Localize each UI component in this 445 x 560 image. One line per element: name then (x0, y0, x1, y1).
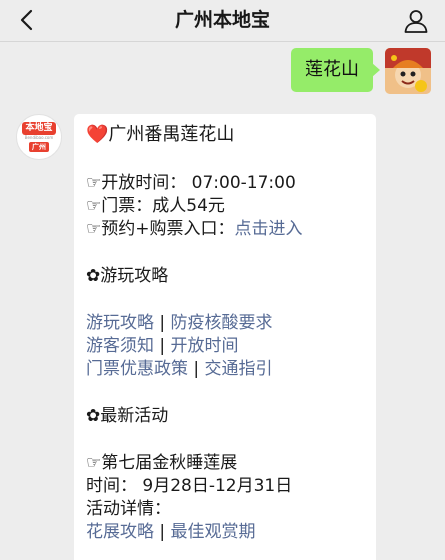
booking-line: ☞预约+购票入口：点击进入 (86, 218, 366, 241)
bot-logo-city: 广州 (29, 142, 49, 152)
activity-heading: ✿最新活动 (86, 405, 366, 428)
bot-avatar[interactable]: 本地宝 Bendibao.com 广州 (16, 114, 62, 160)
user-message: 莲花山 (291, 48, 431, 94)
bot-logo-subtext: Bendibao.com (24, 135, 54, 140)
ticket-line: ☞门票：成人54元 (86, 195, 366, 218)
ticket-text: 门票：成人54元 (101, 196, 225, 216)
pointing-hand-icon: ☞ (86, 173, 102, 193)
activity-time: 时间： 9月28日-12月31日 (86, 476, 293, 496)
activity-links-row: 花展攻略 | 最佳观赏期 (86, 521, 366, 544)
user-message-bubble[interactable]: 莲花山 (291, 48, 380, 92)
flower-show-guide-link[interactable]: 花展攻略 (86, 522, 154, 542)
page-title: 广州本地宝 (174, 9, 270, 31)
guide-links-row-2: 游客须知 | 开放时间 (86, 335, 366, 358)
best-viewing-link[interactable]: 最佳观赏期 (171, 522, 256, 542)
bot-logo-text: 本地宝 (22, 122, 56, 135)
booking-link[interactable]: 点击进入 (235, 219, 303, 239)
guide-heading: ✿游玩攻略 (86, 265, 366, 288)
open-time-link[interactable]: 开放时间 (171, 336, 239, 356)
transport-link[interactable]: 交通指引 (205, 359, 273, 379)
link-separator: | (154, 313, 171, 333)
flower-icon: ✿ (86, 406, 101, 426)
activity-title-line: ☞第七届金秋睡莲展 (86, 452, 366, 475)
ticket-policy-link[interactable]: 门票优惠政策 (86, 359, 188, 379)
link-separator: | (154, 336, 171, 356)
nav-bar: 广州本地宝 (0, 0, 445, 42)
pointing-hand-icon: ☞ (86, 196, 102, 216)
message-title: ❤️广州番禺莲花山 (86, 122, 366, 148)
guide-link[interactable]: 游玩攻略 (86, 313, 154, 333)
guide-heading-text: 游玩攻略 (100, 266, 169, 286)
user-avatar[interactable] (385, 48, 431, 94)
pointing-hand-icon: ☞ (86, 219, 102, 239)
antiepidemic-link[interactable]: 防疫核酸要求 (171, 313, 273, 333)
pointing-hand-icon: ☞ (86, 453, 102, 473)
guide-links-row-3: 门票优惠政策 | 交通指引 (86, 358, 366, 381)
person-icon (404, 10, 428, 33)
activity-heading-text: 最新活动 (100, 406, 169, 426)
link-separator: | (154, 522, 171, 542)
open-time-line: ☞开放时间： 07:00-17:00 (86, 172, 366, 195)
flower-icon: ✿ (86, 266, 101, 286)
cartoon-avatar-icon (385, 48, 431, 94)
open-time-text: 开放时间： 07:00-17:00 (101, 173, 296, 193)
booking-text: 预约+购票入口： (101, 219, 235, 239)
back-button[interactable] (10, 4, 42, 36)
chevron-left-icon (20, 9, 33, 31)
visitor-notice-link[interactable]: 游客须知 (86, 336, 154, 356)
activity-title-text: 第七届金秋睡莲展 (101, 453, 238, 473)
title-text: 广州番禺莲花山 (108, 124, 235, 145)
guide-links-row-1: 游玩攻略 | 防疫核酸要求 (86, 312, 366, 335)
heart-icon: ❤️ (86, 124, 109, 145)
bot-message-bubble: ❤️广州番禺莲花山 ☞开放时间： 07:00-17:00 ☞门票：成人54元 ☞… (74, 114, 376, 560)
link-separator: | (188, 359, 205, 379)
bot-message: 本地宝 Bendibao.com 广州 ❤️广州番禺莲花山 ☞开放时间： 07:… (16, 114, 396, 560)
profile-button[interactable] (399, 4, 433, 38)
activity-detail-label: 活动详情： (86, 499, 171, 519)
